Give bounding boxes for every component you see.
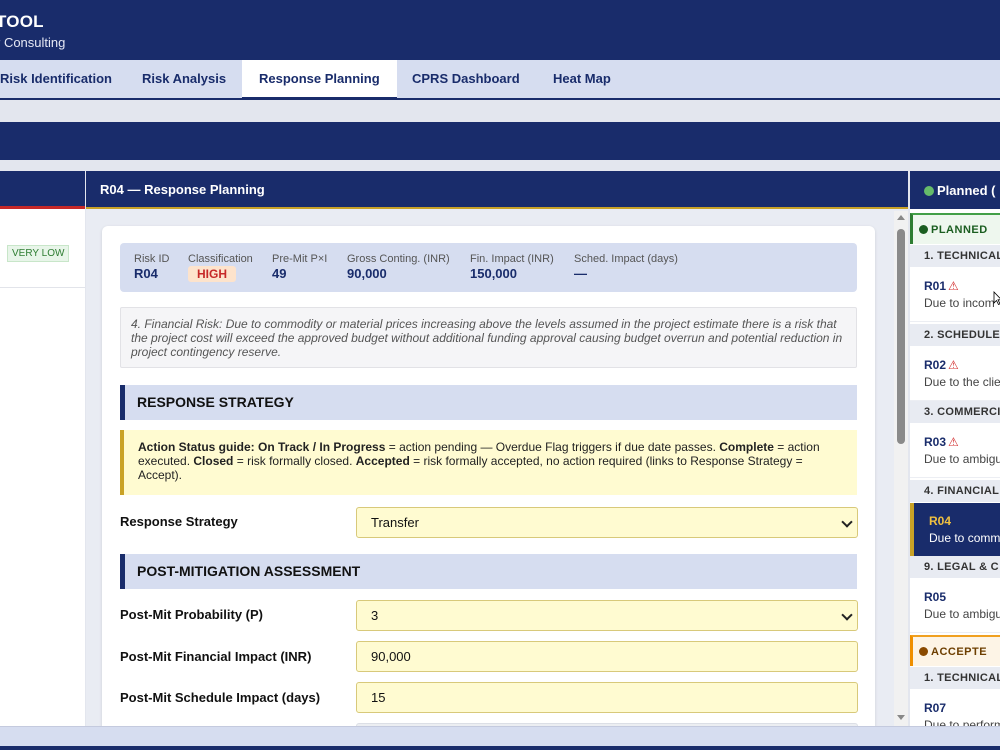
post-mit-financial-input[interactable]: 90,000: [356, 641, 858, 672]
tab-heat-map[interactable]: Heat Map: [536, 60, 628, 98]
planned-dot-icon: [919, 225, 928, 234]
classification-badge: HIGH: [188, 266, 236, 282]
action-status-guide: Action Status guide: On Track / In Progr…: [120, 430, 857, 495]
tab-response-planning[interactable]: Response Planning: [242, 60, 397, 100]
group-planned[interactable]: PLANNED: [910, 213, 1000, 244]
category-financial: 4. FINANCIAL: [910, 480, 1000, 502]
status-panel-header: Planned (: [910, 171, 1000, 209]
risk-description: 4. Financial Risk: Due to commodity or m…: [120, 307, 857, 368]
summary-classification: Classification HIGH: [188, 253, 253, 282]
tab-bar: Risk Identification Risk Analysis Respon…: [0, 60, 1000, 100]
warning-icon: ⚠: [948, 435, 959, 449]
category-technical-accepted: 1. TECHNICAL: [910, 667, 1000, 689]
risk-item-r01[interactable]: R01 ⚠ Due to incom: [910, 268, 1000, 322]
chevron-down-icon: [841, 516, 853, 528]
summary-premit: Pre-Mit P×I 49: [272, 253, 328, 281]
chevron-down-icon: [841, 609, 853, 621]
summary-gross-contingency: Gross Conting. (INR) 90,000: [347, 253, 450, 281]
accepted-dot-icon: [919, 647, 928, 656]
section-response-strategy: RESPONSE STRATEGY: [120, 385, 857, 420]
post-mit-probability-select[interactable]: 3: [356, 600, 858, 631]
risk-list-row[interactable]: VERY LOW: [0, 233, 85, 288]
category-commercial: 3. COMMERCI: [910, 401, 1000, 423]
panel-title-text: Response Planning: [144, 182, 265, 197]
response-planning-panel: R04 — Response Planning Risk ID R04 Clas…: [86, 171, 908, 726]
post-mit-probability-label: Post-Mit Probability (P): [120, 607, 263, 622]
app-subtitle: r Consulting: [0, 35, 66, 50]
mouse-cursor-icon: [993, 291, 1000, 305]
tab-risk-analysis[interactable]: Risk Analysis: [125, 60, 243, 98]
warning-icon: ⚠: [948, 358, 959, 372]
group-accepted[interactable]: ACCEPTE: [910, 635, 1000, 666]
app-title: TOOL: [0, 12, 44, 31]
risk-item-r02[interactable]: R02 ⚠ Due to the clie: [910, 347, 1000, 401]
summary-risk-id: Risk ID R04: [134, 253, 170, 281]
scrollbar[interactable]: [894, 211, 908, 726]
form-card: Risk ID R04 Classification HIGH Pre-Mit …: [102, 226, 875, 726]
category-schedule: 2. SCHEDULE: [910, 324, 1000, 346]
section-post-mitigation: POST-MITIGATION ASSESSMENT: [120, 554, 857, 589]
scroll-down-icon[interactable]: [897, 715, 905, 720]
risk-item-r07[interactable]: R07 Due to perform: [910, 690, 1000, 726]
warning-icon: ⚠: [948, 279, 959, 293]
panel-title-id: R04: [100, 182, 124, 197]
risk-item-r03[interactable]: R03 ⚠ Due to ambigu: [910, 424, 1000, 478]
planned-dot-icon: [924, 186, 934, 196]
panel-title-separator: —: [127, 182, 141, 197]
risk-summary: Risk ID R04 Classification HIGH Pre-Mit …: [120, 243, 857, 292]
scroll-thumb[interactable]: [897, 229, 905, 444]
post-mit-schedule-label: Post-Mit Schedule Impact (days): [120, 690, 321, 705]
category-technical: 1. TECHNICAL: [910, 245, 1000, 267]
status-panel: Planned ( PLANNED 1. TECHNICAL R01 ⚠ Due …: [910, 171, 1000, 726]
post-mit-financial-label: Post-Mit Financial Impact (INR): [120, 649, 312, 664]
category-legal: 9. LEGAL & C: [910, 556, 1000, 578]
post-mit-schedule-input[interactable]: 15: [356, 682, 858, 713]
toolbar-band: [0, 122, 1000, 160]
app-header: TOOL r Consulting: [0, 0, 1000, 60]
footer-line: [0, 746, 1000, 750]
response-strategy-label: Response Strategy: [120, 514, 238, 529]
risk-list-panel: VERY LOW: [0, 171, 85, 726]
tab-cprs-dashboard[interactable]: CPRS Dashboard: [395, 60, 537, 98]
summary-financial-impact: Fin. Impact (INR) 150,000: [470, 253, 554, 281]
risk-item-r04[interactable]: R04 Due to comm: [910, 503, 1000, 557]
summary-schedule-impact: Sched. Impact (days) —: [574, 253, 678, 281]
response-strategy-select[interactable]: Transfer: [356, 507, 858, 538]
tab-risk-identification[interactable]: Risk Identification: [0, 60, 129, 98]
scroll-up-icon[interactable]: [897, 215, 905, 220]
rating-badge: VERY LOW: [7, 245, 70, 262]
risk-item-r05[interactable]: R05 Due to ambigu: [910, 579, 1000, 633]
risk-list-header: [0, 171, 85, 209]
panel-title: R04 — Response Planning: [86, 171, 908, 209]
